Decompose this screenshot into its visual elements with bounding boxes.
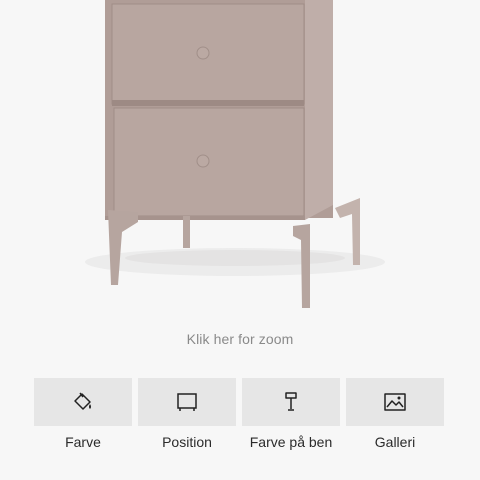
zoom-hint-link[interactable]: Klik her for zoom <box>0 331 480 347</box>
option-tile[interactable] <box>138 378 236 426</box>
product-image[interactable] <box>0 0 480 320</box>
option-label: Galleri <box>374 434 416 450</box>
option-tile[interactable] <box>242 378 340 426</box>
option-farve-paa-ben[interactable]: Farve på ben <box>242 378 340 450</box>
option-tile[interactable] <box>346 378 444 426</box>
option-galleri[interactable]: Galleri <box>346 378 444 450</box>
nightstand-illustration <box>85 0 385 308</box>
paint-bucket-icon <box>74 392 91 410</box>
option-label: Farve <box>65 434 101 450</box>
position-frame-icon <box>177 393 197 411</box>
option-label: Position <box>162 434 212 450</box>
option-tile[interactable] <box>34 378 132 426</box>
option-position[interactable]: Position <box>138 378 236 450</box>
option-farve[interactable]: Farve <box>34 378 132 450</box>
option-label: Farve på ben <box>249 434 333 450</box>
options-bar: Farve Position Farve på ben Galleri <box>34 378 444 450</box>
leg-icon <box>285 392 297 411</box>
gallery-image-icon <box>384 393 406 411</box>
